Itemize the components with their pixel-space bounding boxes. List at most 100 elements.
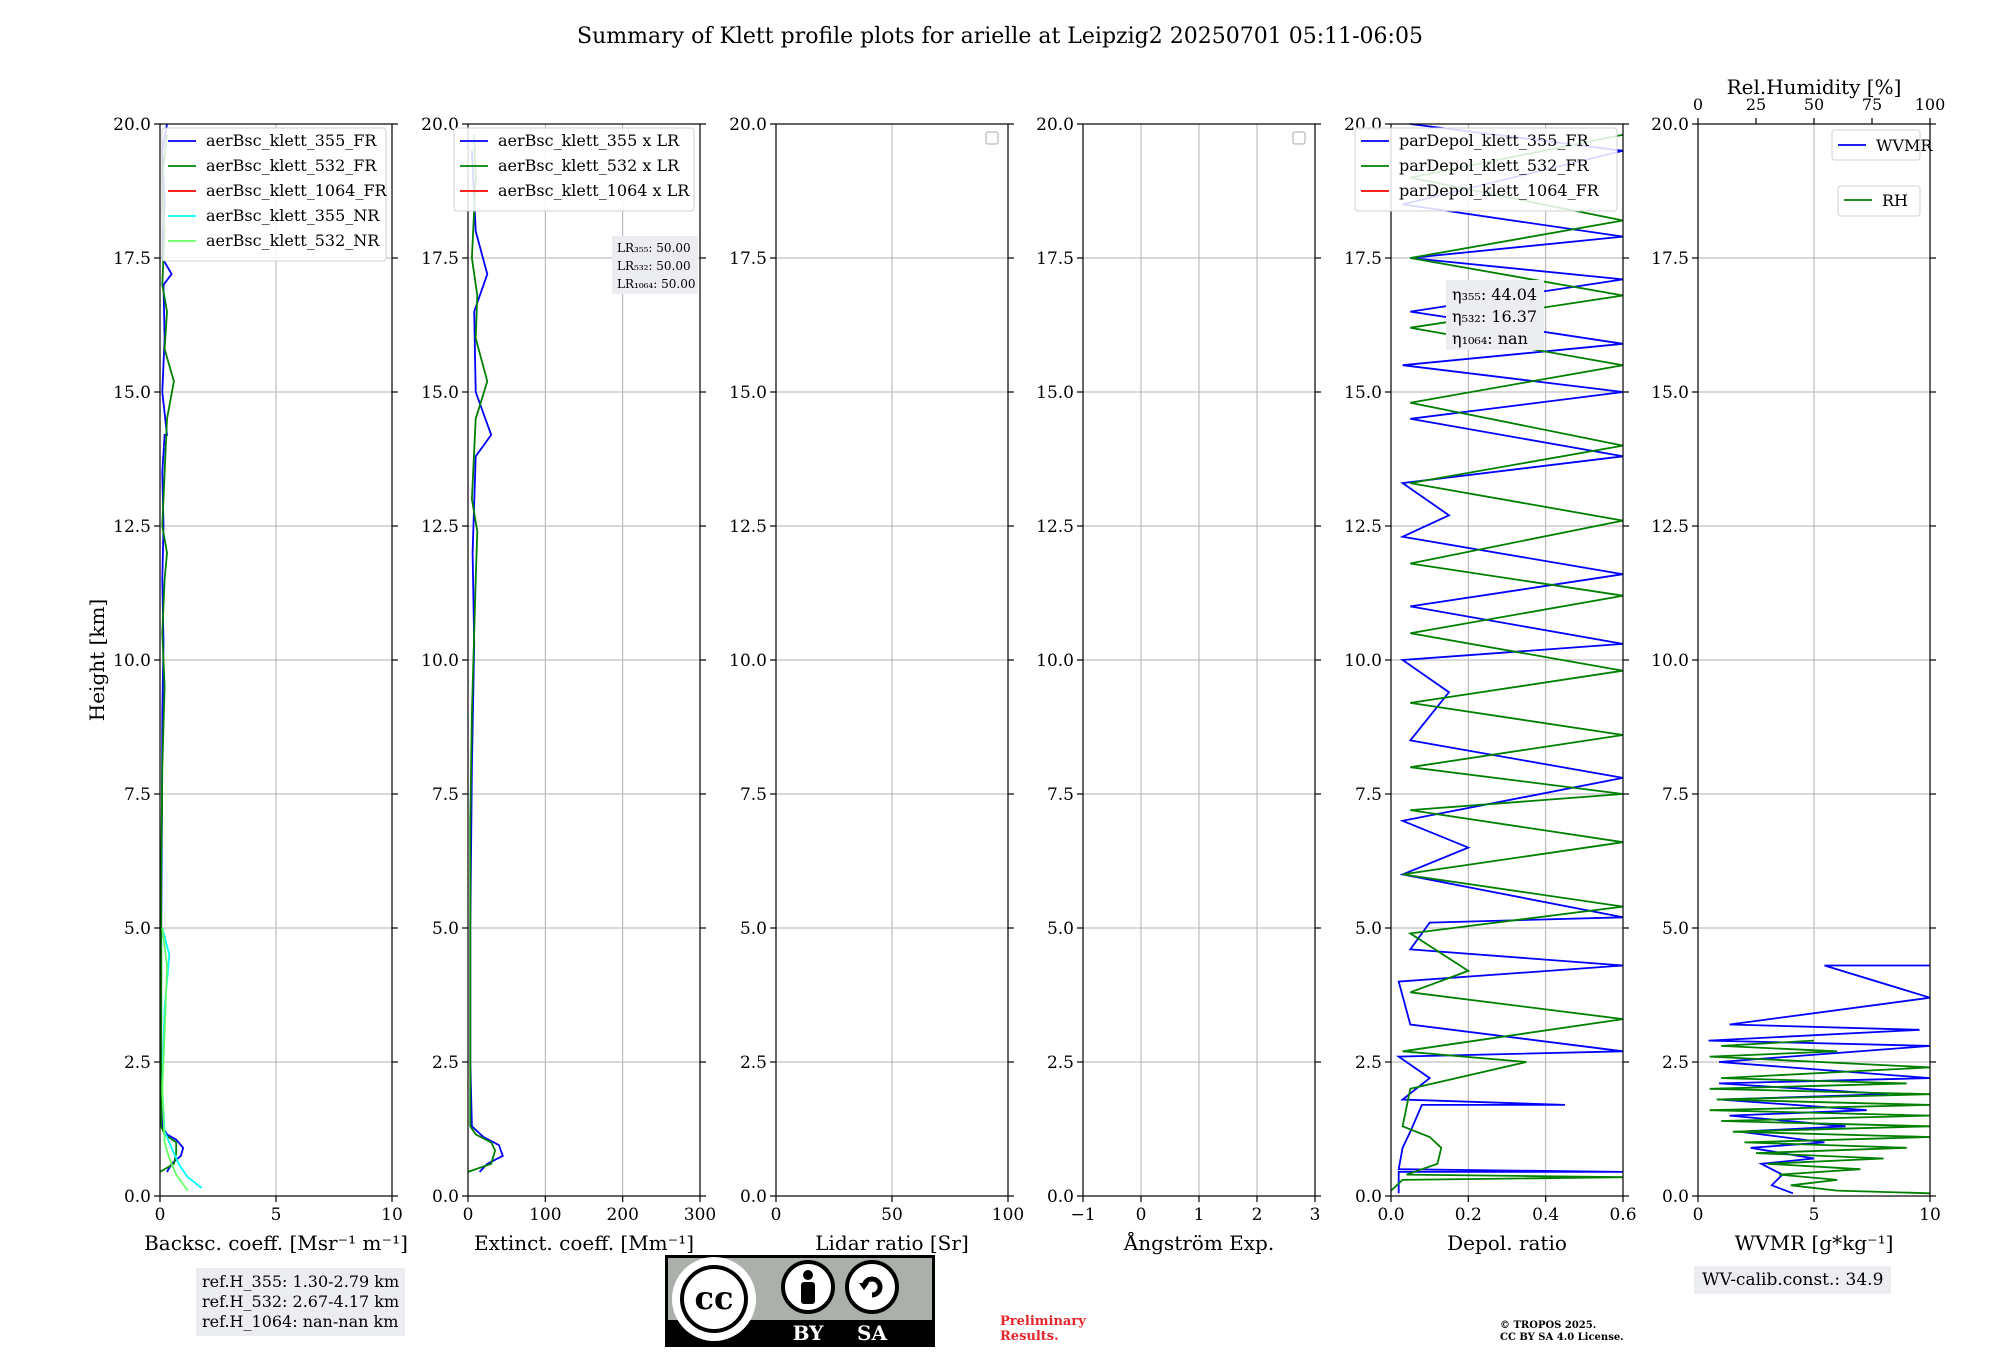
lr-annotation: LR₃₅₅: 50.00 xyxy=(617,241,691,255)
legend-entry: aerBsc_klett_1064_FR xyxy=(206,181,388,200)
lr-annotation: LR₅₃₂: 50.00 xyxy=(617,259,691,273)
cc-by-sa-badge: cc BY SA xyxy=(664,1254,936,1348)
x-tick-label: 3 xyxy=(1310,1205,1321,1225)
y-tick-label: 0.0 xyxy=(124,1187,151,1207)
x-axis-label: Lidar ratio [Sr] xyxy=(815,1231,969,1255)
y-tick-label: 10.0 xyxy=(113,651,151,671)
copyright-line-2: CC BY SA 4.0 License. xyxy=(1500,1332,1624,1343)
y-tick-label: 7.5 xyxy=(124,785,151,805)
reference-height-box: ref.H_355: 1.30-2.79 km ref.H_532: 2.67-… xyxy=(196,1268,406,1336)
cc-text: cc xyxy=(695,1279,734,1317)
y-tick-label: 20.0 xyxy=(1036,115,1074,135)
y-tick-label: 2.5 xyxy=(740,1053,767,1073)
y-tick-label: 20.0 xyxy=(729,115,767,135)
y-tick-label: 20.0 xyxy=(421,115,459,135)
y-tick-label: 5.0 xyxy=(432,919,459,939)
refh-532: ref.H_532: 2.67-4.17 km xyxy=(202,1292,400,1311)
legend-entry: WVMR xyxy=(1876,136,1933,155)
y-tick-label: 10.0 xyxy=(421,651,459,671)
preliminary-line-2: Results. xyxy=(1000,1329,1059,1344)
y-tick-label: 12.5 xyxy=(113,517,151,537)
y-tick-label: 5.0 xyxy=(124,919,151,939)
eta-annotation: η₁₀₆₄: nan xyxy=(1452,329,1528,348)
y-tick-label: 10.0 xyxy=(1036,651,1074,671)
y-tick-label: 2.5 xyxy=(432,1053,459,1073)
refh-1064: ref.H_1064: nan-nan km xyxy=(202,1312,399,1331)
legend-entry: aerBsc_klett_355_NR xyxy=(206,206,380,225)
panel-wv: 0 5 10 0.0 2.5 5.0 7.5 10.0 12.5 15.0 17.5 20.0 WVMR… xyxy=(1651,75,1945,1255)
x-tick-label: 0 xyxy=(155,1205,166,1225)
x-tick-label: 50 xyxy=(881,1205,903,1225)
y-tick-label: 12.5 xyxy=(729,517,767,537)
x-axis-label: Ångström Exp. xyxy=(1123,1230,1274,1255)
y-tick-label: 7.5 xyxy=(1662,785,1689,805)
y-tick-label: 12.5 xyxy=(1651,517,1689,537)
cc-license-icon: cc BY SA xyxy=(665,1255,935,1347)
x-axis-label: WVMR [g*kg⁻¹] xyxy=(1735,1231,1894,1255)
empty-legend-box xyxy=(985,131,999,145)
y-tick-label: 17.5 xyxy=(1036,249,1074,269)
y-tick-label: 5.0 xyxy=(740,919,767,939)
legend-entry: parDepol_klett_1064_FR xyxy=(1399,181,1600,200)
legend-entry: parDepol_klett_355_FR xyxy=(1399,131,1590,150)
panel-lr: 0 50 100 0.0 2.5 5.0 7.5 10.0 12.5 15.0 17.5 20.0 Li… xyxy=(729,115,1024,1255)
y-tick-label: 5.0 xyxy=(1355,919,1382,939)
x-tick-label: 1 xyxy=(1194,1205,1205,1225)
x-tick-label: 0.2 xyxy=(1455,1205,1482,1225)
refh-355: ref.H_355: 1.30-2.79 km xyxy=(202,1272,400,1291)
empty-legend-box xyxy=(1292,131,1306,145)
y-tick-label: 15.0 xyxy=(1036,383,1074,403)
eta-annotation: η₃₅₅: 44.04 xyxy=(1452,285,1537,304)
y-tick-label: 0.0 xyxy=(740,1187,767,1207)
figure: Summary of Klett profile plots for ariel… xyxy=(85,24,1945,1255)
y-tick-label: 0.0 xyxy=(1662,1187,1689,1207)
preliminary-line-1: Preliminary xyxy=(1000,1314,1086,1329)
y-tick-label: 10.0 xyxy=(729,651,767,671)
y-tick-label: 2.5 xyxy=(1355,1053,1382,1073)
panel-ext: 0 100 200 300 0.0 2.5 5.0 7.5 10.0 12.5 15.0 17.5 20… xyxy=(421,115,716,1255)
copyright-note: © TROPOS 2025. CC BY SA 4.0 License. xyxy=(1500,1320,1624,1344)
y-tick-label: 15.0 xyxy=(113,383,151,403)
series-aerBsc_klett_532_NR xyxy=(161,927,189,1192)
y-tick-label: 5.0 xyxy=(1662,919,1689,939)
x-tick-label: 0 xyxy=(1693,1205,1704,1225)
copyright-line-1: © TROPOS 2025. xyxy=(1500,1320,1597,1331)
y-tick-label: 7.5 xyxy=(1047,785,1074,805)
x-tick-label: 0 xyxy=(463,1205,474,1225)
legend-entry: RH xyxy=(1882,191,1908,210)
y-tick-label: 7.5 xyxy=(740,785,767,805)
y-tick-label: 2.5 xyxy=(1047,1053,1074,1073)
y-tick-label: 12.5 xyxy=(1036,517,1074,537)
y-tick-label: 2.5 xyxy=(124,1053,151,1073)
x-tick-label: 5 xyxy=(1809,1205,1820,1225)
wv-calibration-box: WV-calib.const.: 34.9 xyxy=(1694,1266,1892,1294)
y-tick-label: 17.5 xyxy=(113,249,151,269)
y-tick-label: 0.0 xyxy=(1355,1187,1382,1207)
y-tick-label: 10.0 xyxy=(1651,651,1689,671)
panel-bsc: 0 5 10 0.0 2.5 5.0 7.5 10.0 12.5 15.0 17.5 20.0 Back… xyxy=(85,115,408,1255)
x-tick-label: 100 xyxy=(992,1205,1024,1225)
legend-entry: aerBsc_klett_1064 x LR xyxy=(498,181,690,200)
panel-depol: 0.0 0.2 0.4 0.6 0.0 2.5 5.0 7.5 10.0 12.5 15.0 17.5… xyxy=(1344,115,1636,1255)
y-tick-label: 7.5 xyxy=(1355,785,1382,805)
x-tick-label: −1 xyxy=(1070,1205,1095,1225)
y-tick-label: 15.0 xyxy=(729,383,767,403)
y-tick-label: 17.5 xyxy=(1344,249,1382,269)
x-axis-label: Extinct. coeff. [Mm⁻¹] xyxy=(474,1231,694,1255)
y-tick-label: 12.5 xyxy=(1344,517,1382,537)
x-tick-label: 2 xyxy=(1252,1205,1263,1225)
top-x-tick-label: 0 xyxy=(1693,95,1703,114)
y-tick-label: 20.0 xyxy=(1651,115,1689,135)
y-tick-label: 5.0 xyxy=(1047,919,1074,939)
eta-annotation: η₅₃₂: 16.37 xyxy=(1452,307,1537,326)
figure-title: Summary of Klett profile plots for ariel… xyxy=(577,24,1423,49)
series-aerBsc_klett_355 x LR xyxy=(469,150,504,1173)
lr-annotation: LR₁₀₆₄: 50.00 xyxy=(617,277,695,291)
cc-sa-text: SA xyxy=(857,1321,887,1345)
legend-entry: parDepol_klett_532_FR xyxy=(1399,156,1590,175)
x-tick-label: 100 xyxy=(529,1205,561,1225)
x-tick-label: 0 xyxy=(771,1205,782,1225)
panels: 0 5 100.02.55.07.510.012.515.017.520.0Back… xyxy=(85,75,1945,1255)
x-axis-label: Backsc. coeff. [Msr⁻¹ m⁻¹] xyxy=(144,1231,408,1255)
y-tick-label: 0.0 xyxy=(432,1187,459,1207)
